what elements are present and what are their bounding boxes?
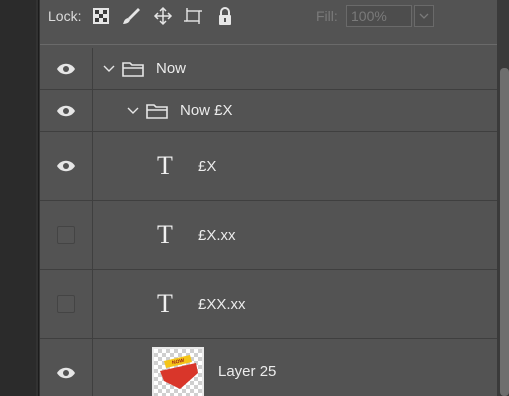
lock-position-icon[interactable]: [152, 5, 174, 27]
lock-transparent-pixels-icon[interactable]: [90, 5, 112, 27]
layer-name: £X.xx: [198, 226, 236, 244]
lock-label: Lock:: [48, 8, 82, 24]
visibility-off-box: [57, 295, 75, 313]
layer-name: Now £X: [180, 102, 233, 119]
layer-row[interactable]: NOW Layer 25: [40, 339, 497, 396]
thumbnail-badge-text: NOW: [172, 358, 185, 366]
visibility-toggle[interactable]: [40, 132, 93, 200]
eye-icon: [57, 63, 75, 74]
layer-row[interactable]: T £XX.xx: [40, 270, 497, 339]
visibility-toggle[interactable]: [40, 48, 93, 89]
left-gutter: [0, 0, 36, 396]
layer-row[interactable]: T £X: [40, 132, 497, 201]
eye-icon: [57, 105, 75, 116]
panel-left-border: [38, 0, 39, 396]
visibility-off-box: [57, 226, 75, 244]
lock-image-pixels-icon[interactable]: [120, 5, 142, 27]
text-layer-icon: T: [157, 151, 173, 180]
layer-name: £XX.xx: [198, 295, 246, 313]
chevron-down-icon: [419, 13, 429, 19]
lock-fill-bar: Lock: Fill:: [40, 0, 497, 40]
visibility-toggle[interactable]: [40, 90, 93, 131]
fill-dropdown-button[interactable]: [414, 5, 434, 27]
visibility-toggle[interactable]: [40, 270, 93, 338]
layer-row[interactable]: Now £X: [40, 90, 497, 132]
toolbar-divider: [40, 44, 497, 45]
layer-row[interactable]: T £X.xx: [40, 201, 497, 270]
folder-icon: [122, 61, 144, 77]
visibility-toggle[interactable]: [40, 201, 93, 269]
layer-name: £X: [198, 157, 217, 175]
expand-chevron-icon[interactable]: [126, 104, 140, 118]
fill-opacity-input[interactable]: [346, 5, 412, 27]
scrollbar-thumb[interactable]: [500, 68, 509, 396]
eye-icon: [57, 160, 75, 172]
text-layer-icon: T: [157, 289, 173, 318]
folder-icon: [146, 103, 168, 119]
expand-chevron-icon[interactable]: [102, 62, 116, 76]
layer-thumbnail: NOW: [152, 347, 204, 396]
fill-label: Fill:: [316, 8, 338, 24]
layer-name: Layer 25: [218, 363, 277, 380]
lock-artboard-icon[interactable]: [182, 5, 204, 27]
layer-name: Now: [156, 60, 187, 77]
text-layer-icon: T: [157, 220, 173, 249]
lock-all-icon[interactable]: [214, 5, 236, 27]
layer-row[interactable]: Now: [40, 48, 497, 90]
eye-icon: [57, 367, 75, 379]
visibility-toggle[interactable]: [40, 339, 93, 396]
